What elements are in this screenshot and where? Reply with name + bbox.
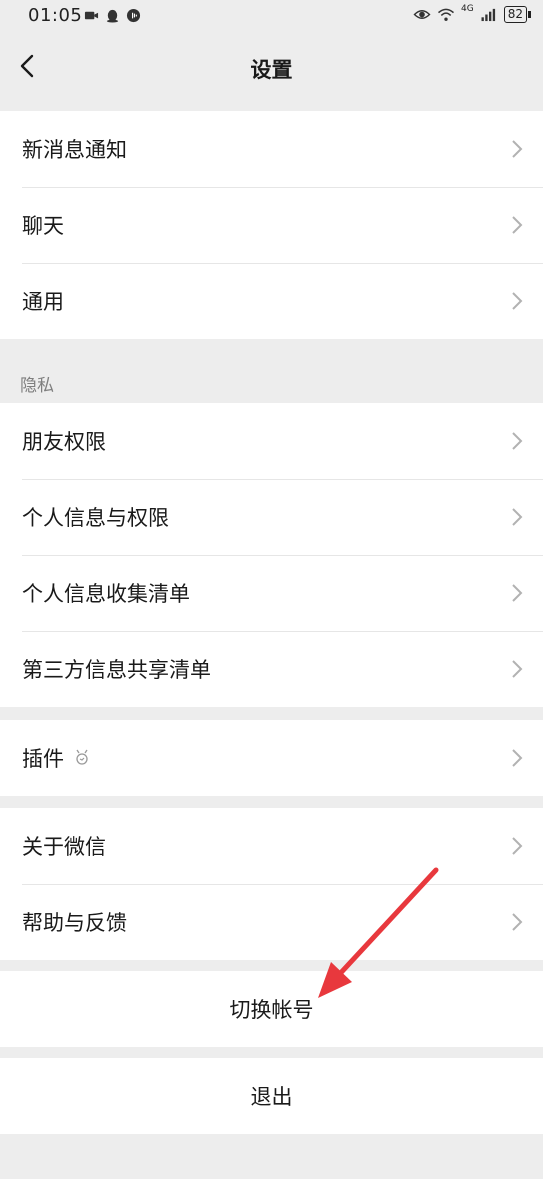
settings-item-notifications[interactable]: 新消息通知 (0, 111, 543, 187)
chevron-right-icon (512, 837, 523, 855)
settings-item-friend-permissions[interactable]: 朋友权限 (0, 403, 543, 479)
status-notification-icons (84, 8, 141, 23)
chevron-right-icon (512, 216, 523, 234)
status-bar: 01:05 4G 82 (0, 0, 543, 32)
settings-item-about-wechat[interactable]: 关于微信 (0, 808, 543, 884)
settings-item-general[interactable]: 通用 (0, 263, 543, 339)
qq-penguin-icon (106, 9, 119, 23)
privacy-section-header: 隐私 (20, 376, 54, 396)
sound-wave-icon (126, 8, 141, 23)
switch-account-button[interactable]: 切换帐号 (0, 971, 543, 1047)
wifi-icon (438, 8, 455, 21)
settings-item-label: 关于微信 (22, 835, 106, 859)
settings-group-plugins: 插件 (0, 720, 543, 796)
settings-item-label: 帮助与反馈 (22, 911, 127, 935)
settings-item-personal-info-permissions[interactable]: 个人信息与权限 (0, 479, 543, 555)
settings-group-general: 新消息通知 聊天 通用 (0, 111, 543, 339)
nav-bar: 设置 (0, 32, 543, 104)
settings-item-label: 朋友权限 (22, 430, 106, 454)
settings-item-plugins[interactable]: 插件 (0, 720, 543, 796)
signal-icon (481, 8, 495, 22)
chevron-right-icon (512, 432, 523, 450)
settings-item-label: 第三方信息共享清单 (22, 658, 211, 682)
chevron-right-icon (512, 660, 523, 678)
settings-group-privacy: 朋友权限 个人信息与权限 个人信息收集清单 第三方信息共享清单 (0, 403, 543, 707)
settings-item-personal-info-collection[interactable]: 个人信息收集清单 (0, 555, 543, 631)
network-type-label: 4G (461, 3, 474, 14)
settings-item-third-party-sharing[interactable]: 第三方信息共享清单 (0, 631, 543, 707)
chevron-right-icon (512, 140, 523, 158)
chevron-right-icon (512, 584, 523, 602)
chevron-right-icon (512, 508, 523, 526)
settings-item-label: 通用 (22, 290, 64, 314)
eye-icon (413, 10, 431, 19)
chevron-right-icon (512, 913, 523, 931)
plugin-bulb-icon (76, 749, 88, 765)
chevron-right-icon (512, 292, 523, 310)
settings-item-label: 个人信息收集清单 (22, 582, 190, 606)
settings-item-label: 插件 (22, 747, 64, 771)
settings-item-label: 聊天 (22, 214, 64, 238)
video-icon (84, 11, 99, 20)
battery-indicator: 82 (503, 6, 532, 23)
page-title: 设置 (250, 58, 293, 82)
status-time: 01:05 (28, 5, 83, 26)
settings-item-chat[interactable]: 聊天 (0, 187, 543, 263)
settings-item-help-feedback[interactable]: 帮助与反馈 (0, 884, 543, 960)
settings-item-label: 新消息通知 (22, 138, 127, 162)
settings-group-about: 关于微信 帮助与反馈 (0, 808, 543, 960)
chevron-right-icon (512, 749, 523, 767)
settings-item-label: 个人信息与权限 (22, 506, 169, 530)
status-system-icons: 4G 82 (413, 3, 532, 23)
logout-button[interactable]: 退出 (0, 1058, 543, 1134)
